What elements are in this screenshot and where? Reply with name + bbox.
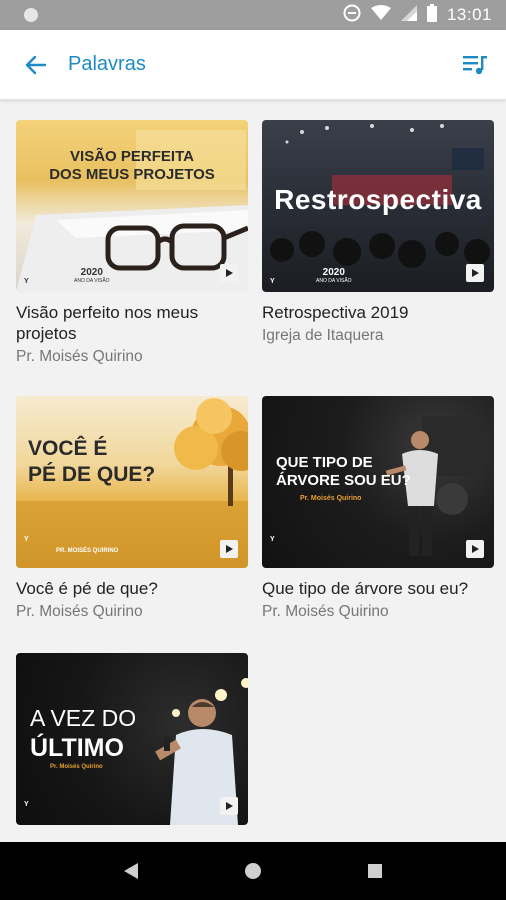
sermon-card[interactable]: Restrospectiva 2020 ANO DA VISÃO Y​ Retr… <box>262 120 494 345</box>
system-navigation-bar <box>0 842 506 900</box>
sermon-grid: VISÃO PERFEITA DOS MEUS PROJETOS 2020 AN… <box>0 100 506 842</box>
nav-recents-button[interactable] <box>355 851 395 891</box>
app-bar: Palavras <box>0 30 506 100</box>
thumbnail-headline: PÉ DE QUE? <box>28 463 156 486</box>
sermon-author: Pr. Moisés Quirino <box>16 348 143 365</box>
thumbnail-headline: ÚLTIMO <box>30 734 124 762</box>
status-bar: 13:01 <box>0 0 506 30</box>
thumbnail-headline: Restrospectiva <box>274 184 482 215</box>
church-logo: Y​ <box>24 536 29 543</box>
back-button[interactable] <box>18 48 52 82</box>
signal-icon <box>400 4 417 26</box>
sermon-card[interactable]: QUE TIPO DE ÁRVORE SOU EU? Pr. Moisés Qu… <box>262 396 494 621</box>
sermon-author: Pr. Moisés Quirino <box>262 603 389 620</box>
triangle-back-icon <box>124 863 138 879</box>
church-logo: Y​ <box>24 801 29 808</box>
thumbnail-headline: ÁRVORE SOU EU? <box>276 472 411 489</box>
sermon-author: Pr. Moisés Quirino <box>16 603 143 620</box>
sermon-title: Que tipo de árvore sou eu? <box>262 579 469 598</box>
play-icon <box>220 540 238 558</box>
playlist-icon <box>463 55 487 74</box>
thumbnail-headline: A VEZ DO <box>30 705 137 731</box>
thumbnail-badge: 2020 <box>322 267 345 278</box>
thumbnail-headline: VOCÊ É <box>28 437 108 460</box>
play-icon <box>220 797 238 815</box>
circle-home-icon <box>245 863 261 879</box>
sermon-card[interactable]: VOCÊ É PÉ DE QUE? PR. MOISÉS QUIRINO Y​ … <box>16 396 248 621</box>
sermon-thumbnail: VOCÊ É PÉ DE QUE? PR. MOISÉS QUIRINO Y​ <box>16 396 248 568</box>
sermon-title: Você é pé de que? <box>16 579 158 598</box>
battery-icon <box>426 3 437 27</box>
sermon-thumbnail: Restrospectiva 2020 ANO DA VISÃO Y​ <box>262 120 494 292</box>
square-recents-icon <box>368 864 382 878</box>
thumbnail-headline: DOS MEUS PROJETOS <box>49 166 215 183</box>
thumbnail-badge-sub: ANO DA VISÃO <box>74 278 110 284</box>
sermon-title: Visão perfeito nos meus projetos <box>16 303 199 343</box>
sermon-thumbnail: A VEZ DO ÚLTIMO Pr. Moisés Quirino Y​ <box>16 653 248 825</box>
playlist-button[interactable] <box>458 48 492 82</box>
wifi-icon <box>370 4 391 26</box>
sermon-author: Igreja de Itaquera <box>262 327 384 344</box>
sermon-card[interactable]: VISÃO PERFEITA DOS MEUS PROJETOS 2020 AN… <box>16 120 248 366</box>
notification-dot-icon <box>24 8 38 22</box>
clock: 13:01 <box>446 5 492 24</box>
church-logo: Y​ <box>270 536 275 543</box>
sermon-card[interactable]: A VEZ DO ÚLTIMO Pr. Moisés Quirino Y​ <box>16 653 248 825</box>
thumbnail-badge: PR. MOISÉS QUIRINO <box>56 548 119 554</box>
church-logo: Y​ <box>24 278 29 285</box>
arrow-back-icon <box>25 55 46 74</box>
thumbnail-badge-sub: ANO DA VISÃO <box>316 278 352 284</box>
nav-home-button[interactable] <box>233 851 273 891</box>
nav-back-button[interactable] <box>111 851 151 891</box>
do-not-disturb-icon <box>343 4 361 27</box>
thumbnail-badge: Pr. Moisés Quirino <box>50 764 103 770</box>
church-logo: Y​ <box>270 278 275 285</box>
thumbnail-badge: Pr. Moisés Quirino <box>300 495 362 502</box>
sermon-title: Retrospectiva 2019 <box>262 303 409 322</box>
thumbnail-badge: 2020 <box>80 267 103 278</box>
thumbnail-headline: QUE TIPO DE <box>276 454 373 471</box>
sermon-thumbnail: QUE TIPO DE ÁRVORE SOU EU? Pr. Moisés Qu… <box>262 396 494 568</box>
play-icon <box>466 540 484 558</box>
thumbnail-headline: VISÃO PERFEITA <box>70 148 194 165</box>
page-title: Palavras <box>68 53 146 75</box>
sermon-thumbnail: VISÃO PERFEITA DOS MEUS PROJETOS 2020 AN… <box>16 120 248 292</box>
play-icon <box>466 264 484 282</box>
play-icon <box>220 264 238 282</box>
